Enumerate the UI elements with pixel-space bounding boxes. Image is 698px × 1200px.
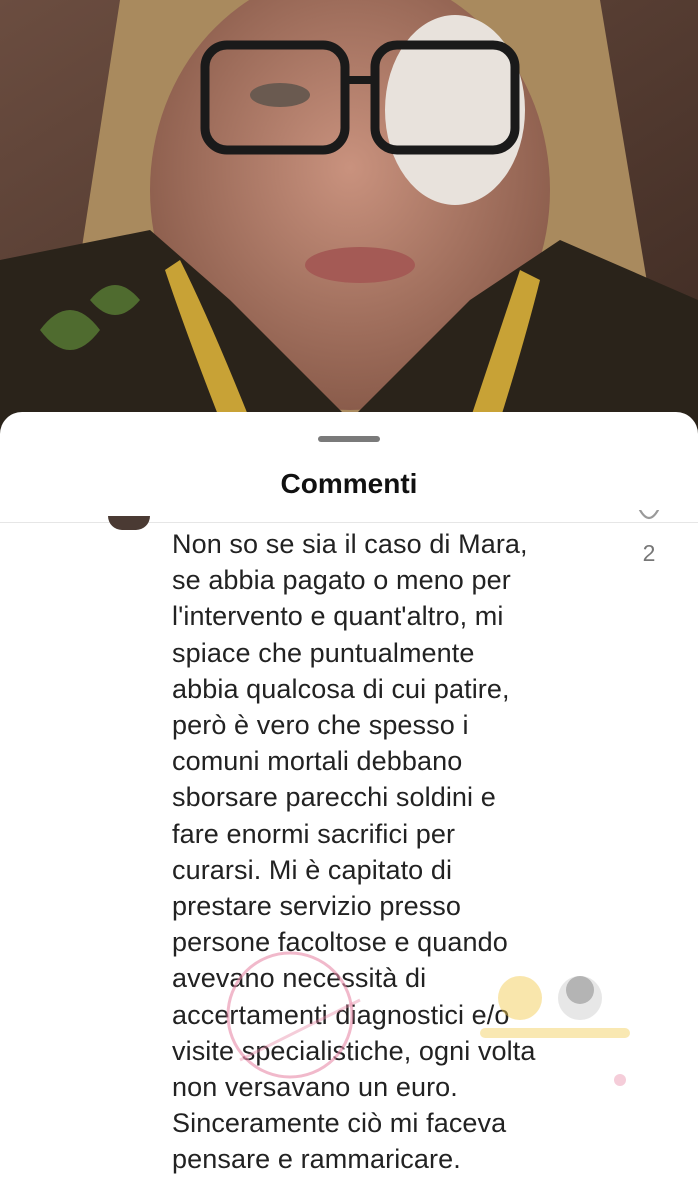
comment-line: avevano necessità di <box>172 963 427 994</box>
comment-line: persone facoltose e quando <box>172 927 508 958</box>
comment-line: sborsare parecchi soldini e <box>172 782 496 813</box>
comment-line: Non so se sia il caso di Mara, <box>172 529 528 559</box>
comment-line: l'intervento e quant'altro, mi <box>172 601 504 632</box>
comment-line: fare enormi sacrifici per <box>172 818 456 849</box>
sheet-title: Commenti <box>280 468 418 499</box>
sheet-drag-handle[interactable] <box>318 436 380 442</box>
post-photo-drawing <box>0 0 698 440</box>
header-divider <box>0 522 698 523</box>
comment-line: comuni mortali debbano <box>172 746 463 777</box>
comment-line: spiace che puntualmente <box>172 637 475 668</box>
comments-sheet: Commenti Non so se sia il caso di Mara, s… <box>0 412 698 1200</box>
comment-body: Non so se sia il caso di Mara, se abbia p… <box>172 526 612 1178</box>
comment-line: pensare e rammaricare. <box>172 1144 461 1175</box>
comment-line: abbia qualcosa di cui patire, <box>172 673 510 704</box>
comment-line: se abbia pagato o meno per <box>172 565 511 596</box>
comment-like[interactable]: 2 <box>632 510 666 567</box>
comment-line: visite specialistiche, ogni volta <box>172 1035 536 1066</box>
comment-line: Sinceramente ciò mi faceva <box>172 1108 507 1139</box>
like-count: 2 <box>642 540 656 566</box>
heart-icon[interactable] <box>637 510 661 526</box>
comment-line: accertamenti diagnostici e/o <box>172 999 510 1030</box>
comment-line: curarsi. Mi è capitato di <box>172 854 453 885</box>
post-photo[interactable] <box>0 0 698 440</box>
comment-line: non versavano un euro. <box>172 1072 458 1103</box>
commenter-avatar[interactable] <box>108 516 150 530</box>
comment-line: però è vero che spesso i <box>172 710 469 741</box>
comment-line: prestare servizio presso <box>172 891 462 922</box>
instagram-comments-screen: Commenti Non so se sia il caso di Mara, s… <box>0 0 698 1200</box>
